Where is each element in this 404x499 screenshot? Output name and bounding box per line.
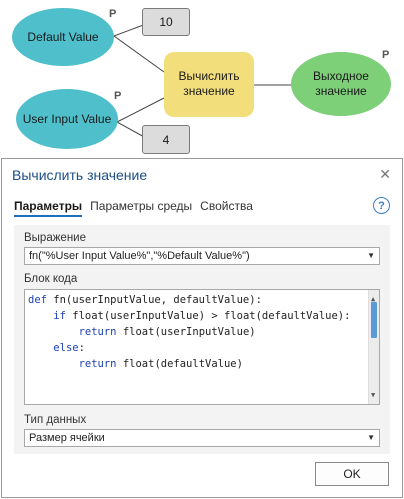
- code-line: return float(defaultValue): [28, 356, 379, 372]
- output-label-line2: значение: [315, 84, 367, 98]
- model-canvas: Default Value P 10 User Input Value P 4 …: [0, 0, 404, 160]
- close-icon[interactable]: ✕: [379, 166, 391, 182]
- tool-label-line1: Вычислить: [178, 69, 240, 83]
- scroll-down-icon[interactable]: ▼: [371, 387, 375, 403]
- code-keyword: else: [53, 342, 79, 354]
- user-input-parameter-flag: P: [114, 90, 122, 102]
- chevron-down-icon: ▼: [367, 251, 375, 260]
- data-type-value: Размер ячейки: [29, 432, 105, 444]
- code-scrollbar[interactable]: ▲ ▼: [368, 290, 379, 404]
- tool-label: Вычислить значение: [164, 69, 254, 99]
- code-keyword: return: [78, 326, 117, 338]
- dialog-tabs: Параметры Параметры среды Свойства: [14, 199, 253, 217]
- code-line: return float(userInputValue): [28, 324, 379, 340]
- output-parameter-flag: P: [382, 49, 390, 61]
- output-label: Выходное значение: [291, 69, 391, 99]
- help-icon[interactable]: ?: [373, 197, 390, 214]
- tab-parameters[interactable]: Параметры: [14, 199, 83, 217]
- code-keyword: return: [78, 358, 117, 370]
- code-block-label: Блок кода: [24, 273, 78, 285]
- connector-user-to-tool: [116, 97, 165, 123]
- code-block-editor[interactable]: def fn(userInputValue, defaultValue): if…: [24, 289, 380, 405]
- data-type-label: Тип данных: [24, 414, 87, 426]
- default-value-parameter-flag: P: [109, 8, 117, 20]
- connector-default-to-tool: [113, 35, 165, 73]
- scrollbar-thumb[interactable]: [371, 302, 377, 338]
- output-label-line1: Выходное: [313, 69, 369, 83]
- user-input-value-label: User Input Value: [22, 112, 112, 126]
- data-type-select[interactable]: Размер ячейки ▼: [24, 429, 380, 447]
- tool-label-line2: значение: [183, 84, 235, 98]
- default-value-label: Default Value: [27, 30, 99, 44]
- dialog-title: Вычислить значение: [12, 167, 148, 183]
- code-line-text: :: [78, 342, 85, 354]
- code-line-text: fn(userInputValue, defaultValue):: [46, 294, 262, 306]
- expression-label: Выражение: [24, 232, 86, 244]
- calculate-value-dialog: Вычислить значение ✕ Параметры Параметры…: [1, 158, 403, 498]
- default-value-value-box[interactable]: 10: [142, 8, 190, 36]
- chevron-down-icon: ▼: [367, 433, 375, 442]
- code-keyword: def: [28, 294, 47, 306]
- code-keyword: if: [53, 310, 66, 322]
- code-line-text: float(defaultValue): [116, 358, 243, 370]
- code-line: def fn(userInputValue, defaultValue):: [28, 292, 379, 308]
- expression-field[interactable]: fn("%User Input Value%","%Default Value%…: [24, 247, 380, 265]
- parameters-panel: Выражение fn("%User Input Value%","%Defa…: [14, 225, 390, 454]
- code-line-text: float(userInputValue): [116, 326, 256, 338]
- tab-environments[interactable]: Параметры среды: [90, 199, 192, 217]
- tab-properties[interactable]: Свойства: [200, 199, 253, 217]
- expression-value: fn("%User Input Value%","%Default Value%…: [29, 250, 250, 262]
- user-input-value-box[interactable]: 4: [142, 125, 190, 154]
- code-line: if float(userInputValue) > float(default…: [28, 308, 379, 324]
- code-line: else:: [28, 340, 379, 356]
- code-line-text: float(userInputValue) > float(defaultVal…: [65, 310, 351, 322]
- ok-button[interactable]: OK: [315, 462, 389, 486]
